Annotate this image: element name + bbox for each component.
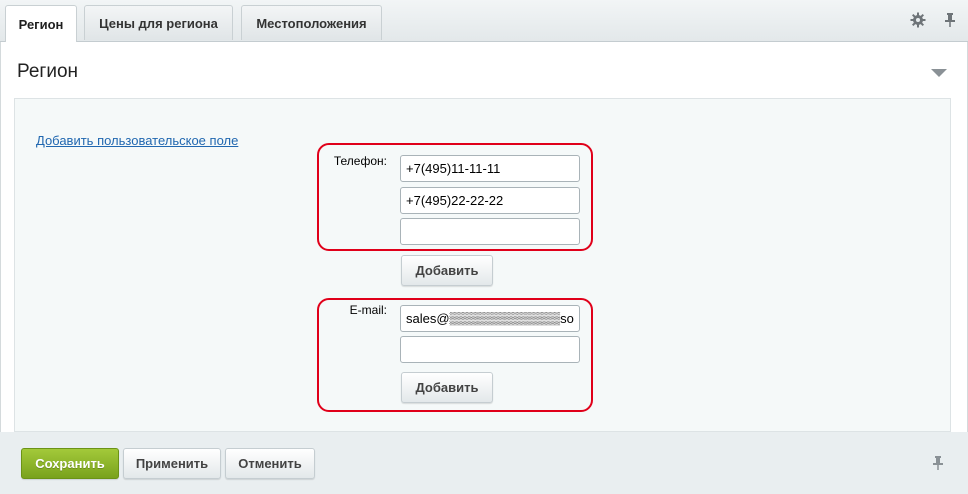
email-add-button[interactable]: Добавить: [401, 372, 493, 403]
tab-region[interactable]: Регион: [5, 5, 77, 42]
tab-region-prices[interactable]: Цены для региона: [84, 5, 233, 40]
tab-locations[interactable]: Местоположения: [241, 5, 382, 40]
cancel-button[interactable]: Отменить: [225, 448, 315, 479]
panel-title: Регион: [17, 61, 79, 82]
save-button[interactable]: Сохранить: [21, 448, 119, 479]
phone-field-3[interactable]: [400, 218, 580, 245]
pin-icon[interactable]: [928, 453, 948, 473]
phone-field-2[interactable]: [400, 187, 580, 214]
email-field-1[interactable]: [400, 305, 580, 332]
region-panel: Регион Добавить пользовательское поле Те…: [0, 42, 968, 432]
gear-icon[interactable]: [908, 10, 928, 30]
email-field-2[interactable]: [400, 336, 580, 363]
triangle-down-icon[interactable]: [931, 69, 947, 77]
phone-add-button[interactable]: Добавить: [401, 255, 493, 286]
pin-icon[interactable]: [940, 10, 960, 30]
apply-button[interactable]: Применить: [123, 448, 221, 479]
email-label: E-mail:: [349, 303, 387, 317]
footer-bar: Сохранить Применить Отменить: [0, 432, 968, 494]
add-custom-field-link[interactable]: Добавить пользовательское поле: [36, 133, 238, 148]
form-area: Добавить пользовательское поле Телефон: …: [14, 98, 951, 432]
phone-field-1[interactable]: [400, 155, 580, 182]
phone-label: Телефон:: [333, 154, 387, 168]
tab-bar: Регион Цены для региона Местоположения: [0, 0, 968, 42]
